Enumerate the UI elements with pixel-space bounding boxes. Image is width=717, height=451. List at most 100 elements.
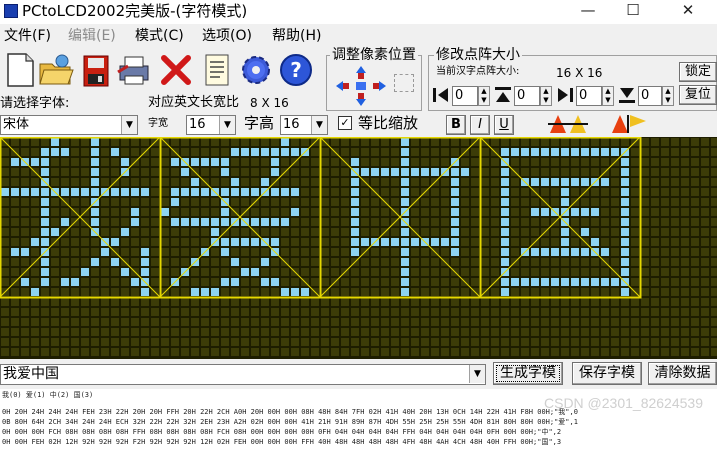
pixel-off[interactable] <box>1 158 9 166</box>
pixel-on[interactable] <box>621 228 629 236</box>
menu-file[interactable]: 文件(F) <box>4 27 51 45</box>
pixel-off[interactable] <box>551 298 559 306</box>
pixel-off[interactable] <box>711 278 717 286</box>
pixel-off[interactable] <box>291 318 299 326</box>
pixel-off[interactable] <box>111 288 119 296</box>
pixel-off[interactable] <box>151 328 159 336</box>
pixel-off[interactable] <box>631 318 639 326</box>
pixel-off[interactable] <box>681 178 689 186</box>
right-margin-field[interactable]: 0 <box>576 86 602 106</box>
pixel-off[interactable] <box>591 318 599 326</box>
pixel-off[interactable] <box>471 198 479 206</box>
pixel-on[interactable] <box>21 248 29 256</box>
pixel-off[interactable] <box>641 278 649 286</box>
bottom-margin-field[interactable]: 0 <box>638 86 662 106</box>
pixel-on[interactable] <box>501 248 509 256</box>
pixel-off[interactable] <box>141 308 149 316</box>
pixel-off[interactable] <box>591 308 599 316</box>
pixel-off[interactable] <box>181 258 189 266</box>
pixel-off[interactable] <box>481 208 489 216</box>
pixel-off[interactable] <box>81 228 89 236</box>
pixel-on[interactable] <box>621 268 629 276</box>
pixel-off[interactable] <box>551 258 559 266</box>
pixel-off[interactable] <box>471 168 479 176</box>
pixel-on[interactable] <box>221 278 229 286</box>
pixel-off[interactable] <box>291 218 299 226</box>
pixel-off[interactable] <box>141 318 149 326</box>
pixel-off[interactable] <box>631 148 639 156</box>
pixel-off[interactable] <box>571 218 579 226</box>
pixel-off[interactable] <box>251 178 259 186</box>
pixel-off[interactable] <box>161 238 169 246</box>
pixel-off[interactable] <box>141 198 149 206</box>
pixel-off[interactable] <box>341 348 349 356</box>
pixel-off[interactable] <box>51 278 59 286</box>
pixel-off[interactable] <box>51 158 59 166</box>
pixel-off[interactable] <box>151 168 159 176</box>
pixel-off[interactable] <box>441 158 449 166</box>
pixel-off[interactable] <box>81 298 89 306</box>
pixel-off[interactable] <box>401 328 409 336</box>
pixel-off[interactable] <box>81 238 89 246</box>
pixel-off[interactable] <box>181 248 189 256</box>
pixel-on[interactable] <box>111 188 119 196</box>
pixel-off[interactable] <box>411 328 419 336</box>
pixel-off[interactable] <box>451 258 459 266</box>
pixel-off[interactable] <box>471 298 479 306</box>
pixel-on[interactable] <box>521 278 529 286</box>
maximize-button[interactable]: ☐ <box>610 0 656 22</box>
pixel-off[interactable] <box>1 278 9 286</box>
pixel-off[interactable] <box>611 288 619 296</box>
pixel-on[interactable] <box>401 168 409 176</box>
pixel-off[interactable] <box>541 238 549 246</box>
pixel-on[interactable] <box>1 188 9 196</box>
pixel-off[interactable] <box>461 238 469 246</box>
pixel-off[interactable] <box>101 198 109 206</box>
pixel-off[interactable] <box>1 238 9 246</box>
minimize-button[interactable]: — <box>565 0 611 22</box>
pixel-off[interactable] <box>91 348 99 356</box>
pixel-off[interactable] <box>661 208 669 216</box>
pixel-off[interactable] <box>361 208 369 216</box>
pixel-off[interactable] <box>621 308 629 316</box>
pixel-off[interactable] <box>81 158 89 166</box>
pixel-off[interactable] <box>161 168 169 176</box>
pixel-off[interactable] <box>21 308 29 316</box>
pixel-off[interactable] <box>191 148 199 156</box>
pixel-off[interactable] <box>311 298 319 306</box>
pixel-on[interactable] <box>411 238 419 246</box>
pixel-off[interactable] <box>271 208 279 216</box>
pixel-on[interactable] <box>41 188 49 196</box>
pixel-off[interactable] <box>511 308 519 316</box>
pixel-off[interactable] <box>31 348 39 356</box>
pixel-off[interactable] <box>181 278 189 286</box>
pixel-off[interactable] <box>521 298 529 306</box>
pixel-off[interactable] <box>551 328 559 336</box>
save-icon[interactable] <box>78 52 114 88</box>
pixel-off[interactable] <box>21 198 29 206</box>
pixel-on[interactable] <box>91 178 99 186</box>
pixel-on[interactable] <box>221 238 229 246</box>
pixel-on[interactable] <box>291 208 299 216</box>
pixel-on[interactable] <box>621 208 629 216</box>
pixel-off[interactable] <box>361 188 369 196</box>
pixel-off[interactable] <box>1 178 9 186</box>
pixel-on[interactable] <box>231 148 239 156</box>
pixel-off[interactable] <box>711 248 717 256</box>
pixel-off[interactable] <box>551 268 559 276</box>
pixel-off[interactable] <box>81 348 89 356</box>
pixel-on[interactable] <box>121 228 129 236</box>
pixel-on[interactable] <box>221 188 229 196</box>
pixel-off[interactable] <box>331 138 339 146</box>
pixel-off[interactable] <box>461 318 469 326</box>
pixel-on[interactable] <box>561 248 569 256</box>
pixel-on[interactable] <box>11 188 19 196</box>
pixel-off[interactable] <box>341 218 349 226</box>
pixel-off[interactable] <box>171 308 179 316</box>
pixel-off[interactable] <box>491 308 499 316</box>
pixel-off[interactable] <box>481 168 489 176</box>
pixel-off[interactable] <box>171 318 179 326</box>
pixel-off[interactable] <box>371 228 379 236</box>
pixel-off[interactable] <box>311 198 319 206</box>
pixel-off[interactable] <box>481 308 489 316</box>
